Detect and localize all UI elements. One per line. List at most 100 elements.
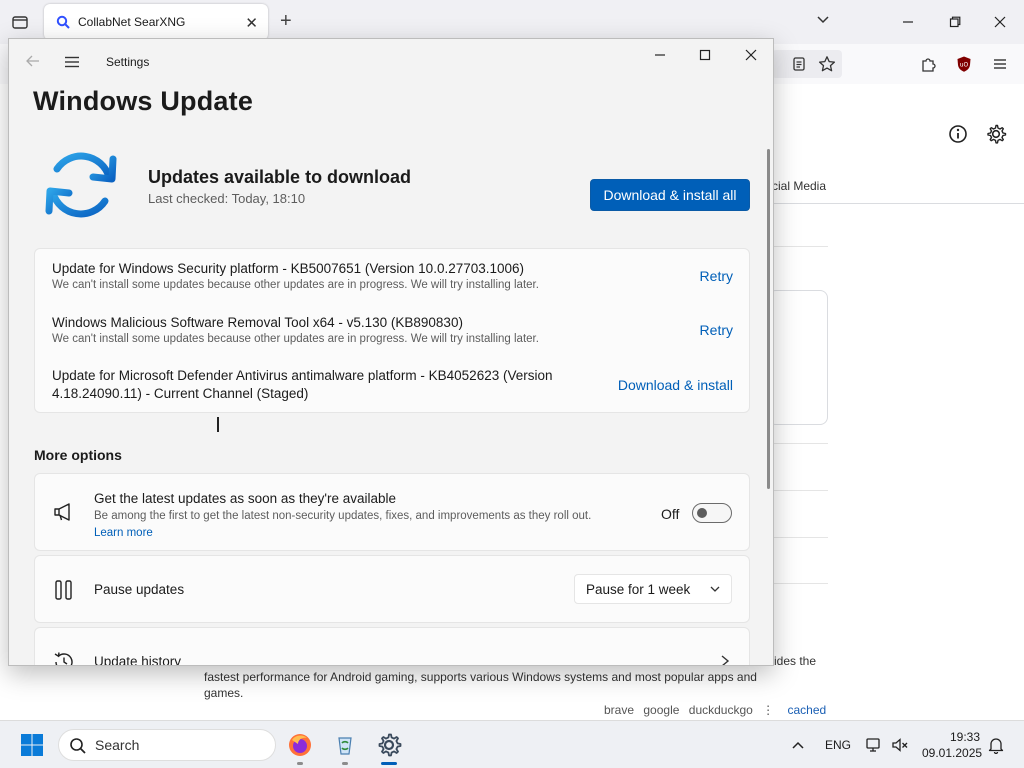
megaphone-icon [52,500,76,524]
update-item: Windows Malicious Software Removal Tool … [35,303,749,357]
close-icon [745,49,757,61]
update-item: Update for Windows Security platform - K… [35,249,749,303]
start-button[interactable] [20,733,44,757]
settings-title-bar: Settings [9,39,773,85]
settings-close-button[interactable] [736,45,766,65]
gear-icon [987,124,1007,144]
download-install-all-button[interactable]: Download & install all [590,179,750,211]
result-divider [772,490,828,491]
latest-updates-toggle[interactable] [692,503,732,523]
minimize-icon [655,54,665,56]
download-install-button[interactable]: Download & install [618,377,733,393]
recycle-app-icon [338,737,352,755]
category-divider [772,203,1024,204]
learn-more-link[interactable]: Learn more [94,527,153,539]
category-tab-social-media[interactable]: cial Media [772,179,826,193]
firefox-icon [289,734,311,756]
close-icon [994,16,1006,28]
taskbar: Search ENG 19:33 09.01.2025 [0,720,1024,768]
chevron-up-icon [792,741,804,749]
info-button[interactable] [947,123,969,145]
arrow-left-icon [26,55,39,67]
browser-close-button[interactable] [990,12,1010,32]
result-engines: brave google duckduckgo ⋮ cached [604,703,832,717]
new-tab-button[interactable]: + [280,10,292,33]
taskbar-settings[interactable] [373,729,405,765]
volume-muted-button[interactable] [890,735,910,755]
restore-icon [949,16,961,28]
clock-date[interactable]: 09.01.2025 [922,746,982,760]
hamburger-menu-icon [65,56,79,68]
engine-label: duckduckgo [688,703,753,717]
app-menu-button[interactable] [989,53,1011,75]
latest-updates-title: Get the latest updates as soon as they'r… [94,491,397,506]
engine-label: google [643,703,680,717]
chevron-right-icon [719,654,731,665]
result-divider [772,443,828,444]
result-divider [772,246,828,247]
ublock-origin-button[interactable]: uO [953,53,975,75]
update-status-title: Updates available to download [148,167,412,187]
update-history-card[interactable]: Update history [34,627,750,665]
list-all-tabs-button[interactable] [816,12,830,30]
back-button[interactable] [25,53,41,74]
maximize-icon [699,49,711,61]
settings-scrollbar[interactable] [767,149,770,489]
engine-label: brave [604,703,635,717]
settings-maximize-button[interactable] [690,45,720,65]
pause-icon [52,578,76,602]
taskbar-firefox[interactable] [284,729,316,765]
navigation-menu-button[interactable] [63,53,81,76]
active-indicator [381,762,397,765]
ublock-shield-icon: uO [957,56,971,72]
language-indicator[interactable]: ENG [825,738,851,752]
star-icon [818,56,836,72]
reader-view-icon [793,57,805,71]
window-title: Settings [106,55,150,69]
svg-text:uO: uO [960,62,969,69]
pause-duration-dropdown[interactable]: Pause for 1 week [574,574,732,604]
network-icon [866,738,880,752]
retry-button[interactable]: Retry [700,322,733,338]
reader-view-button[interactable] [788,53,810,75]
update-name: Update for Microsoft Defender Antivirus … [52,368,553,383]
pause-duration-value: Pause for 1 week [586,581,691,597]
taskbar-search[interactable]: Search [58,729,276,761]
tab-close-button[interactable]: ✕ [245,14,258,32]
tab-list-button[interactable] [8,10,32,34]
extensions-button[interactable] [918,53,940,75]
taskbar-search-placeholder: Search [95,737,140,753]
bookmark-star-button[interactable] [816,53,838,75]
result-divider [772,537,828,538]
result-snippet-line: fastest performance for Android gaming, … [204,670,757,684]
minimize-icon [903,21,913,23]
show-hidden-icons-button[interactable] [788,735,808,755]
info-icon [949,125,967,143]
toggle-state-label: Off [661,506,680,522]
browser-minimize-button[interactable] [898,12,918,32]
latest-updates-card[interactable]: Get the latest updates as soon as they'r… [34,473,750,551]
update-status: We can't install some updates because ot… [52,333,539,345]
preferences-button[interactable] [985,123,1007,145]
engines-separator: ⋮ [762,703,775,717]
pause-updates-card: Pause updates Pause for 1 week [34,555,750,623]
search-favicon-icon [56,15,70,29]
network-status-button[interactable] [864,735,884,755]
update-name: Update for Windows Security platform - K… [52,261,525,276]
search-icon [69,737,87,758]
cached-link[interactable]: cached [788,703,827,717]
browser-tab-searxng[interactable]: CollabNet SearXNG ✕ [44,4,268,40]
update-name: Windows Malicious Software Removal Tool … [52,315,463,330]
hamburger-menu-icon [994,59,1006,69]
result-card [768,290,828,425]
update-item: Update for Microsoft Defender Antivirus … [35,357,749,413]
notifications-button[interactable] [986,735,1006,755]
taskbar-app-recycle[interactable] [329,729,361,765]
windows-logo-icon [21,734,43,756]
clock-time[interactable]: 19:33 [950,730,980,744]
browser-restore-button[interactable] [945,12,965,32]
retry-button[interactable]: Retry [700,268,733,284]
chevron-down-icon [709,583,721,598]
settings-minimize-button[interactable] [645,45,675,65]
bell-icon [988,738,1004,754]
